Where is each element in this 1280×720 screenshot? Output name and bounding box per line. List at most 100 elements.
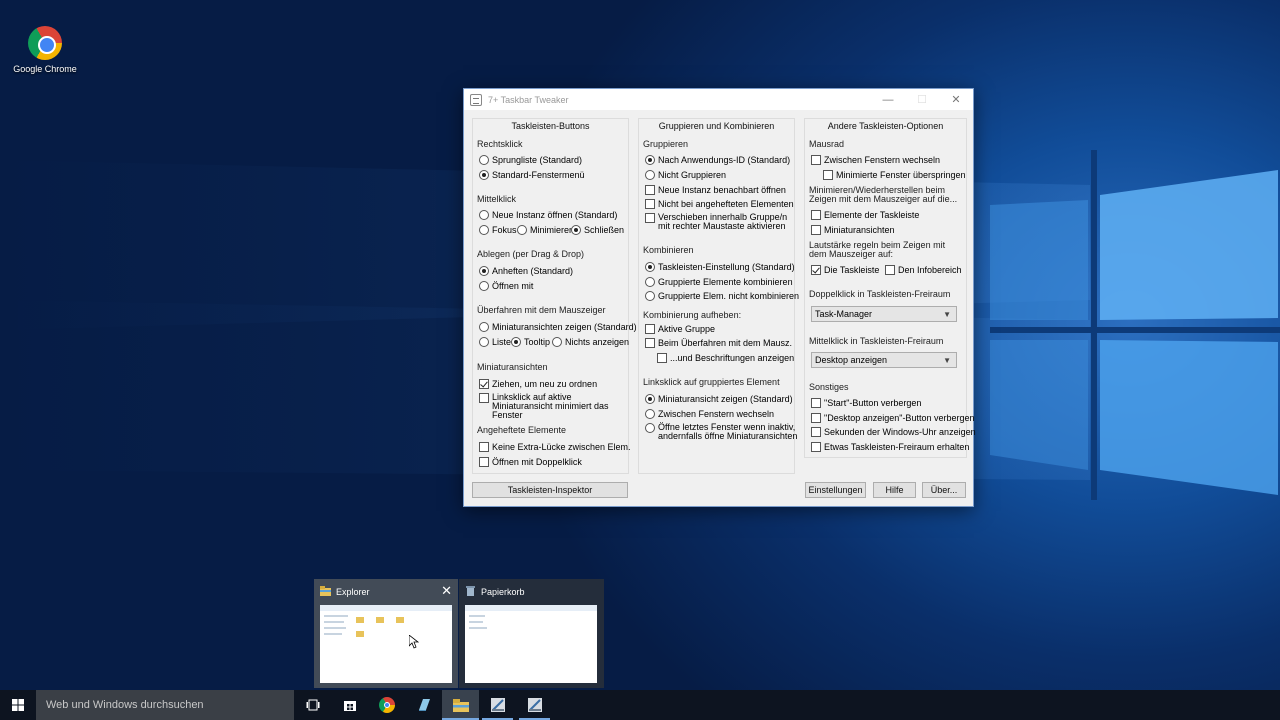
radio-circle[interactable] xyxy=(571,225,581,235)
explorer-taskbar-button[interactable] xyxy=(442,690,479,720)
desktop-icon-chrome[interactable]: Google Chrome xyxy=(8,26,82,74)
radio-gruppierte-kombinieren[interactable]: Gruppierte Elemente kombinieren xyxy=(645,277,793,287)
check-elemente-taskleiste[interactable]: Elemente der Taskleiste xyxy=(811,210,919,220)
tweaker-taskbar-button-1[interactable] xyxy=(479,690,516,720)
radio-nicht-gruppieren[interactable]: Nicht Gruppieren xyxy=(645,170,726,180)
radio-circle[interactable] xyxy=(645,170,655,180)
radio-circle[interactable] xyxy=(479,266,489,276)
radio-circle[interactable] xyxy=(479,322,489,332)
checkbox[interactable] xyxy=(645,338,655,348)
radio-circle[interactable] xyxy=(479,225,489,235)
radio-circle[interactable] xyxy=(645,291,655,301)
checkbox[interactable] xyxy=(811,398,821,408)
close-icon[interactable]: ✕ xyxy=(441,583,452,599)
checkbox[interactable] xyxy=(811,265,821,275)
check-verschieben-rechte-maustaste[interactable]: Verschieben innerhalb Gruppe/n mit recht… xyxy=(645,213,798,231)
check-den-infobereich[interactable]: Den Infobereich xyxy=(885,265,962,275)
checkbox[interactable] xyxy=(811,413,821,423)
checkbox[interactable] xyxy=(811,155,821,165)
einstellungen-button[interactable]: Einstellungen xyxy=(805,482,866,498)
radio-circle[interactable] xyxy=(479,170,489,180)
search-box[interactable]: Web und Windows durchsuchen xyxy=(36,690,294,720)
radio-circle[interactable] xyxy=(479,281,489,291)
title-bar[interactable]: 7+ Taskbar Tweaker — ☐ ✕ xyxy=(464,89,973,110)
checkbox[interactable] xyxy=(645,213,655,223)
radio-circle[interactable] xyxy=(645,277,655,287)
checkbox[interactable] xyxy=(823,170,833,180)
ueber-button[interactable]: Über... xyxy=(922,482,966,498)
radio-taskleisten-einstellung[interactable]: Taskleisten-Einstellung (Standard) xyxy=(645,262,795,272)
radio-anheften[interactable]: Anheften (Standard) xyxy=(479,266,573,276)
radio-circle[interactable] xyxy=(479,337,489,347)
radio-miniaturansicht-zeigen[interactable]: Miniaturansicht zeigen (Standard) xyxy=(645,394,793,404)
taskleisten-inspektor-button[interactable]: Taskleisten-Inspektor xyxy=(472,482,628,498)
check-miniaturansichten[interactable]: Miniaturansichten xyxy=(811,225,895,235)
check-linksklick-minimiert[interactable]: Linksklick auf aktive Miniaturansicht mi… xyxy=(479,393,632,420)
radio-circle[interactable] xyxy=(479,210,489,220)
checkbox[interactable] xyxy=(479,442,489,452)
start-button[interactable] xyxy=(0,690,36,720)
chrome-taskbar-button[interactable] xyxy=(368,690,405,720)
radio-oeffnen-mit[interactable]: Öffnen mit xyxy=(479,281,533,291)
radio-fokus[interactable]: Fokus xyxy=(479,225,517,235)
check-beim-ueberfahren[interactable]: Beim Überfahren mit dem Mausz. xyxy=(645,338,792,348)
radio-circle[interactable] xyxy=(645,423,655,433)
checkbox[interactable] xyxy=(645,324,655,334)
minimize-button[interactable]: — xyxy=(871,89,905,110)
checkbox[interactable] xyxy=(811,225,821,235)
radio-circle[interactable] xyxy=(645,409,655,419)
check-minimierte-ueberspringen[interactable]: Minimierte Fenster überspringen xyxy=(823,170,966,180)
radio-miniaturansichten-zeigen[interactable]: Miniaturansichten zeigen (Standard) xyxy=(479,322,637,332)
thumbnail-explorer[interactable]: Explorer ✕ xyxy=(314,579,458,688)
checkbox[interactable] xyxy=(479,457,489,467)
checkbox[interactable] xyxy=(811,210,821,220)
radio-circle[interactable] xyxy=(645,394,655,404)
radio-circle[interactable] xyxy=(645,262,655,272)
radio-liste[interactable]: Liste xyxy=(479,337,511,347)
radio-nichts-anzeigen[interactable]: Nichts anzeigen xyxy=(552,337,629,347)
mittelklick-select[interactable]: Desktop anzeigen ▼ xyxy=(811,352,957,368)
check-beschriftungen-anzeigen[interactable]: ...und Beschriftungen anzeigen xyxy=(657,353,794,363)
store-button[interactable] xyxy=(331,690,368,720)
check-zwischen-fenstern-wechseln[interactable]: Zwischen Fenstern wechseln xyxy=(811,155,940,165)
check-keine-extra-luecke[interactable]: Keine Extra-Lücke zwischen Elem. xyxy=(479,442,631,452)
radio-tooltip[interactable]: Tooltip xyxy=(511,337,550,347)
radio-circle[interactable] xyxy=(552,337,562,347)
close-button[interactable]: ✕ xyxy=(939,89,973,110)
radio-neue-instanz[interactable]: Neue Instanz öffnen (Standard) xyxy=(479,210,617,220)
check-neue-instanz-benachbart[interactable]: Neue Instanz benachbart öffnen xyxy=(645,185,786,195)
radio-standard-fenstermenu[interactable]: Standard-Fenstermenü xyxy=(479,170,585,180)
checkbox[interactable] xyxy=(479,379,489,389)
check-die-taskleiste[interactable]: Die Taskleiste xyxy=(811,265,879,275)
check-ziehen-neu-ordnen[interactable]: Ziehen, um neu zu ordnen xyxy=(479,379,597,389)
radio-sprungliste[interactable]: Sprungliste (Standard) xyxy=(479,155,582,165)
checkbox[interactable] xyxy=(811,442,821,452)
checkbox[interactable] xyxy=(479,393,489,403)
check-nicht-angeheftet[interactable]: Nicht bei angehefteten Elementen xyxy=(645,199,794,209)
check-start-button-verbergen[interactable]: "Start"-Button verbergen xyxy=(811,398,921,408)
checkbox[interactable] xyxy=(885,265,895,275)
radio-gruppierte-nicht-kombinieren[interactable]: Gruppierte Elem. nicht kombinieren xyxy=(645,291,799,301)
radio-minimieren[interactable]: Minimieren xyxy=(517,225,574,235)
checkbox[interactable] xyxy=(811,427,821,437)
check-desktop-button-verbergen[interactable]: "Desktop anzeigen"-Button verbergen xyxy=(811,413,974,423)
radio-schliessen[interactable]: Schließen xyxy=(571,225,624,235)
check-sekunden-uhr[interactable]: Sekunden der Windows-Uhr anzeigen xyxy=(811,427,976,437)
checkbox[interactable] xyxy=(657,353,667,363)
app-taskbar-button[interactable] xyxy=(405,690,442,720)
check-aktive-gruppe[interactable]: Aktive Gruppe xyxy=(645,324,715,334)
check-oeffnen-doppelklick[interactable]: Öffnen mit Doppelklick xyxy=(479,457,582,467)
hilfe-button[interactable]: Hilfe xyxy=(873,482,916,498)
thumbnail-papierkorb[interactable]: Papierkorb xyxy=(459,579,604,688)
radio-oeffne-letztes-fenster[interactable]: Öffne letztes Fenster wenn inaktiv, ande… xyxy=(645,423,798,441)
radio-circle[interactable] xyxy=(479,155,489,165)
checkbox[interactable] xyxy=(645,185,655,195)
checkbox[interactable] xyxy=(645,199,655,209)
radio-circle[interactable] xyxy=(517,225,527,235)
task-view-button[interactable] xyxy=(294,690,331,720)
radio-circle[interactable] xyxy=(511,337,521,347)
radio-nach-anwendungs-id[interactable]: Nach Anwendungs-ID (Standard) xyxy=(645,155,790,165)
doppelklick-select[interactable]: Task-Manager ▼ xyxy=(811,306,957,322)
tweaker-taskbar-button-2[interactable] xyxy=(516,690,553,720)
radio-zwischen-fenstern-wechseln[interactable]: Zwischen Fenstern wechseln xyxy=(645,409,774,419)
